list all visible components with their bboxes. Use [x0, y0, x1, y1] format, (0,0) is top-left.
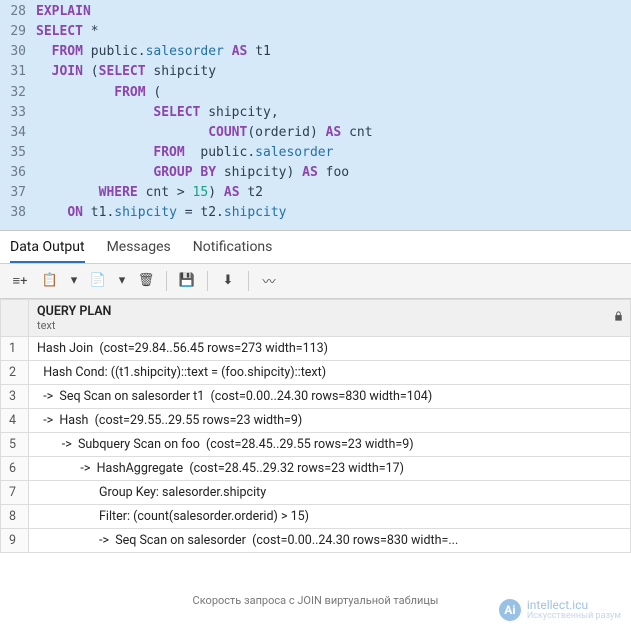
column-header-label: QUERY PLAN — [37, 304, 111, 319]
editor-line[interactable]: 29SELECT * — [0, 22, 631, 42]
chart-icon: 〰 — [262, 271, 275, 290]
line-code[interactable]: SELECT * — [36, 22, 631, 42]
table-row[interactable]: 8 Filter: (count(salesorder.orderid) > 1… — [1, 504, 631, 528]
row-number: 9 — [1, 528, 29, 552]
line-number: 35 — [0, 143, 36, 163]
chart-button[interactable]: 〰 — [255, 268, 283, 294]
editor-line[interactable]: 28EXPLAIN — [0, 2, 631, 22]
line-number: 31 — [0, 62, 36, 82]
plan-cell[interactable]: -> Subquery Scan on foo (cost=28.45..29.… — [29, 432, 631, 456]
editor-line[interactable]: 34 COUNT(orderid) AS cnt — [0, 123, 631, 143]
plan-cell[interactable]: Filter: (count(salesorder.orderid) > 15) — [29, 504, 631, 528]
sql-editor[interactable]: 28EXPLAIN29SELECT *30 FROM public.saleso… — [0, 0, 631, 231]
editor-line[interactable]: 31 JOIN (SELECT shipcity — [0, 62, 631, 82]
plan-cell[interactable]: Hash Cond: ((t1.shipcity)::text = (foo.s… — [29, 360, 631, 384]
line-number: 30 — [0, 42, 36, 62]
result-grid[interactable]: QUERY PLAN text 1Hash Join (cost=29.84..… — [0, 299, 631, 588]
plan-cell[interactable]: -> Seq Scan on salesorder (cost=0.00..24… — [29, 528, 631, 552]
toolbar-separator — [207, 271, 208, 291]
editor-line[interactable]: 36 GROUP BY shipcity) AS foo — [0, 163, 631, 183]
table-row[interactable]: 6 -> HashAggregate (cost=28.45..29.32 ro… — [1, 456, 631, 480]
plan-cell[interactable]: -> Seq Scan on salesorder t1 (cost=0.00.… — [29, 384, 631, 408]
table-row[interactable]: 2 Hash Cond: ((t1.shipcity)::text = (foo… — [1, 360, 631, 384]
figure-caption: Скорость запроса с JOIN виртуальной табл… — [0, 588, 631, 609]
line-code[interactable]: JOIN (SELECT shipcity — [36, 62, 631, 82]
tab-messages[interactable]: Messages — [107, 239, 171, 263]
plan-cell[interactable]: Hash Join (cost=29.84..56.45 rows=273 wi… — [29, 336, 631, 360]
line-number: 33 — [0, 103, 36, 123]
table-row[interactable]: 5 -> Subquery Scan on foo (cost=28.45..2… — [1, 432, 631, 456]
save-button[interactable]: 💾 — [173, 268, 201, 294]
row-number: 5 — [1, 432, 29, 456]
editor-line[interactable]: 33 SELECT shipcity, — [0, 103, 631, 123]
editor-line[interactable]: 32 FROM ( — [0, 83, 631, 103]
watermark-subtext: Искусственный разум — [527, 612, 621, 621]
editor-line[interactable]: 37 WHERE cnt > 15) AS t2 — [0, 183, 631, 203]
line-code[interactable]: EXPLAIN — [36, 2, 631, 22]
line-code[interactable]: FROM public.salesorder — [36, 143, 631, 163]
row-number: 3 — [1, 384, 29, 408]
copy-dropdown[interactable]: ▾ — [66, 268, 82, 294]
column-header-queryplan[interactable]: QUERY PLAN text — [29, 299, 631, 336]
line-number: 38 — [0, 203, 36, 223]
editor-line[interactable]: 38 ON t1.shipcity = t2.shipcity — [0, 203, 631, 223]
row-number: 7 — [1, 480, 29, 504]
copy-icon: 📋 — [42, 273, 58, 288]
save-icon: 💾 — [179, 273, 195, 288]
row-number: 8 — [1, 504, 29, 528]
column-header-type: text — [37, 319, 622, 332]
output-toolbar: ≡+ 📋 ▾ 📄 ▾ 🗑 💾 ⬇ 〰 — [0, 264, 631, 299]
editor-line[interactable]: 35 FROM public.salesorder — [0, 143, 631, 163]
table-row[interactable]: 7 Group Key: salesorder.shipcity — [1, 480, 631, 504]
plan-cell[interactable]: Group Key: salesorder.shipcity — [29, 480, 631, 504]
line-code[interactable]: GROUP BY shipcity) AS foo — [36, 163, 631, 183]
table-row[interactable]: 3 -> Seq Scan on salesorder t1 (cost=0.0… — [1, 384, 631, 408]
plan-cell[interactable]: -> Hash (cost=29.55..29.55 rows=23 width… — [29, 408, 631, 432]
table-row[interactable]: 4 -> Hash (cost=29.55..29.55 rows=23 wid… — [1, 408, 631, 432]
tab-notifications[interactable]: Notifications — [193, 239, 273, 263]
download-icon: ⬇ — [223, 273, 234, 288]
line-code[interactable]: FROM public.salesorder AS t1 — [36, 42, 631, 62]
row-number: 4 — [1, 408, 29, 432]
chevron-down-icon: ▾ — [119, 273, 126, 288]
rownum-header — [1, 299, 29, 336]
editor-line[interactable]: 30 FROM public.salesorder AS t1 — [0, 42, 631, 62]
toolbar-separator — [166, 271, 167, 291]
copy-button[interactable]: 📋 — [36, 268, 64, 294]
delete-button[interactable]: 🗑 — [132, 268, 160, 294]
tab-data-output[interactable]: Data Output — [10, 239, 85, 263]
plan-cell[interactable]: -> HashAggregate (cost=28.45..29.32 rows… — [29, 456, 631, 480]
line-number: 37 — [0, 183, 36, 203]
line-code[interactable]: WHERE cnt > 15) AS t2 — [36, 183, 631, 203]
toolbar-separator — [248, 271, 249, 291]
table-row[interactable]: 9 -> Seq Scan on salesorder (cost=0.00..… — [1, 528, 631, 552]
line-number: 28 — [0, 2, 36, 22]
add-row-button[interactable]: ≡+ — [6, 268, 34, 294]
line-code[interactable]: ON t1.shipcity = t2.shipcity — [36, 203, 631, 223]
paste-button[interactable]: 📄 — [84, 268, 112, 294]
line-code[interactable]: FROM ( — [36, 83, 631, 103]
output-tabs: Data Output Messages Notifications — [0, 231, 631, 264]
trash-icon: 🗑 — [138, 273, 155, 288]
chevron-down-icon: ▾ — [71, 273, 78, 288]
line-number: 34 — [0, 123, 36, 143]
download-button[interactable]: ⬇ — [214, 268, 242, 294]
paste-icon: 📄 — [90, 273, 106, 288]
row-number: 6 — [1, 456, 29, 480]
line-code[interactable]: SELECT shipcity, — [36, 103, 631, 123]
add-row-icon: ≡+ — [13, 273, 28, 289]
lock-icon — [613, 310, 624, 325]
line-number: 32 — [0, 83, 36, 103]
line-number: 29 — [0, 22, 36, 42]
row-number: 2 — [1, 360, 29, 384]
paste-dropdown[interactable]: ▾ — [114, 268, 130, 294]
table-row[interactable]: 1Hash Join (cost=29.84..56.45 rows=273 w… — [1, 336, 631, 360]
line-number: 36 — [0, 163, 36, 183]
row-number: 1 — [1, 336, 29, 360]
line-code[interactable]: COUNT(orderid) AS cnt — [36, 123, 631, 143]
